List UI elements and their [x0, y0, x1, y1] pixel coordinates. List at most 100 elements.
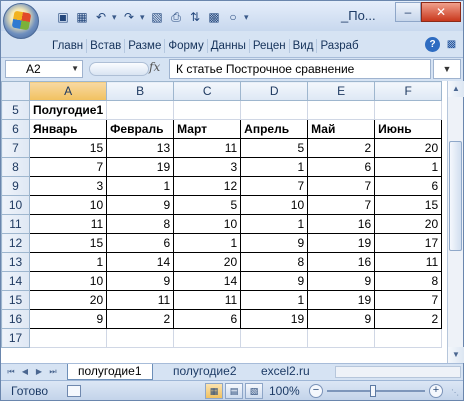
- cell[interactable]: 5: [240, 138, 309, 158]
- cell[interactable]: 9: [106, 195, 175, 215]
- scroll-down-icon[interactable]: ▼: [448, 347, 464, 363]
- tab-data[interactable]: Данны: [208, 35, 249, 57]
- cell[interactable]: [307, 100, 376, 120]
- help-icon[interactable]: ?: [425, 37, 440, 52]
- tab-insert[interactable]: Встав: [87, 35, 124, 57]
- cell[interactable]: 16: [307, 252, 376, 272]
- cell[interactable]: 7: [240, 176, 309, 196]
- select-all-corner[interactable]: [1, 81, 30, 101]
- cell[interactable]: 10: [173, 214, 242, 234]
- cell[interactable]: 13: [106, 138, 175, 158]
- paste-icon[interactable]: ▧: [149, 9, 165, 25]
- horizontal-scrollbar[interactable]: [335, 366, 461, 378]
- next-sheet-icon[interactable]: ▶: [33, 366, 45, 378]
- formula-input[interactable]: К статье Построчное сравнение: [169, 59, 431, 79]
- cell[interactable]: 6: [307, 157, 376, 177]
- row-header[interactable]: 12: [1, 233, 30, 253]
- cell[interactable]: [173, 328, 242, 348]
- page-layout-view-icon[interactable]: ▤: [225, 383, 243, 399]
- cell[interactable]: 10: [28, 271, 108, 291]
- scroll-thumb[interactable]: [449, 141, 462, 251]
- cell[interactable]: 6: [173, 309, 242, 329]
- sheet-tab-polugodie2[interactable]: полугодие2: [163, 364, 247, 380]
- resize-grip-icon[interactable]: ⋱: [451, 388, 461, 398]
- minimize-button[interactable]: –: [395, 2, 421, 22]
- row-header[interactable]: 9: [1, 176, 30, 196]
- cell[interactable]: 10: [240, 195, 309, 215]
- row-header[interactable]: 15: [1, 290, 30, 310]
- zoom-out-icon[interactable]: −: [309, 384, 323, 398]
- row-header[interactable]: 11: [1, 214, 30, 234]
- cell[interactable]: 6: [374, 176, 443, 196]
- redo-icon[interactable]: ↷: [121, 9, 137, 25]
- cell[interactable]: Март: [173, 119, 242, 139]
- sort-icon[interactable]: ⇅: [187, 9, 203, 25]
- row-header[interactable]: 13: [1, 252, 30, 272]
- sheet-tab-polugodie1[interactable]: полугодие1: [67, 364, 153, 380]
- row-header[interactable]: 17: [1, 328, 30, 348]
- cell[interactable]: 3: [173, 157, 242, 177]
- cell[interactable]: 12: [173, 176, 242, 196]
- column-header-d[interactable]: D: [240, 81, 309, 101]
- column-header-a[interactable]: A: [28, 81, 108, 101]
- cell[interactable]: 11: [106, 290, 175, 310]
- tab-developer[interactable]: Разраб: [317, 35, 361, 57]
- cell[interactable]: 9: [28, 309, 108, 329]
- column-header-e[interactable]: E: [307, 81, 376, 101]
- cell[interactable]: 9: [240, 271, 309, 291]
- cell[interactable]: 10: [28, 195, 108, 215]
- cell[interactable]: [374, 100, 443, 120]
- cell[interactable]: 11: [173, 138, 242, 158]
- customize-qat-icon[interactable]: ▾: [244, 12, 250, 23]
- column-header-b[interactable]: B: [106, 81, 175, 101]
- cell[interactable]: 19: [307, 233, 376, 253]
- cell[interactable]: Полугодие1: [28, 100, 108, 120]
- cell[interactable]: 7: [307, 195, 376, 215]
- cell[interactable]: 19: [106, 157, 175, 177]
- row-header[interactable]: 5: [1, 100, 30, 120]
- zoom-in-icon[interactable]: +: [429, 384, 443, 398]
- tab-page-layout[interactable]: Разме: [125, 35, 164, 57]
- chart-icon[interactable]: ▩: [206, 9, 222, 25]
- row-header[interactable]: 10: [1, 195, 30, 215]
- office-button[interactable]: [3, 3, 39, 39]
- cell[interactable]: 5: [173, 195, 242, 215]
- cell[interactable]: 1: [173, 233, 242, 253]
- cell[interactable]: Май: [307, 119, 376, 139]
- cell[interactable]: 9: [307, 309, 376, 329]
- redo-dropdown-icon[interactable]: ▾: [140, 12, 146, 23]
- zoom-level[interactable]: 100%: [269, 384, 300, 398]
- cell[interactable]: 11: [173, 290, 242, 310]
- chevron-down-icon[interactable]: ▼: [71, 61, 79, 77]
- cell[interactable]: 11: [28, 214, 108, 234]
- zoom-slider[interactable]: [327, 390, 425, 392]
- tab-review[interactable]: Рецен: [250, 35, 289, 57]
- cell[interactable]: [240, 100, 309, 120]
- cell[interactable]: 20: [173, 252, 242, 272]
- column-header-f[interactable]: F: [374, 81, 443, 101]
- cell[interactable]: 15: [28, 233, 108, 253]
- cell[interactable]: 8: [240, 252, 309, 272]
- cell[interactable]: 7: [28, 157, 108, 177]
- cell[interactable]: 9: [106, 271, 175, 291]
- row-header[interactable]: 6: [1, 119, 30, 139]
- close-button[interactable]: ✕: [421, 2, 461, 22]
- circle-icon[interactable]: ○: [225, 9, 241, 25]
- column-header-c[interactable]: C: [173, 81, 242, 101]
- formula-bar-splitter[interactable]: [89, 62, 149, 76]
- undo-dropdown-icon[interactable]: ▾: [112, 12, 118, 23]
- cell[interactable]: 8: [106, 214, 175, 234]
- last-sheet-icon[interactable]: ⏭: [47, 366, 59, 378]
- cell[interactable]: 17: [374, 233, 443, 253]
- cell[interactable]: 6: [106, 233, 175, 253]
- undo-icon[interactable]: ↶: [93, 9, 109, 25]
- print-icon[interactable]: ⎙: [168, 9, 184, 25]
- prev-sheet-icon[interactable]: ◀: [19, 366, 31, 378]
- cell[interactable]: 8: [374, 271, 443, 291]
- expand-formula-bar-icon[interactable]: ▼: [433, 59, 461, 79]
- scroll-up-icon[interactable]: ▲: [448, 81, 464, 97]
- cell[interactable]: 3: [28, 176, 108, 196]
- cell[interactable]: [240, 328, 309, 348]
- vertical-scrollbar[interactable]: ▲ ▼: [447, 81, 464, 363]
- cell[interactable]: 1: [374, 157, 443, 177]
